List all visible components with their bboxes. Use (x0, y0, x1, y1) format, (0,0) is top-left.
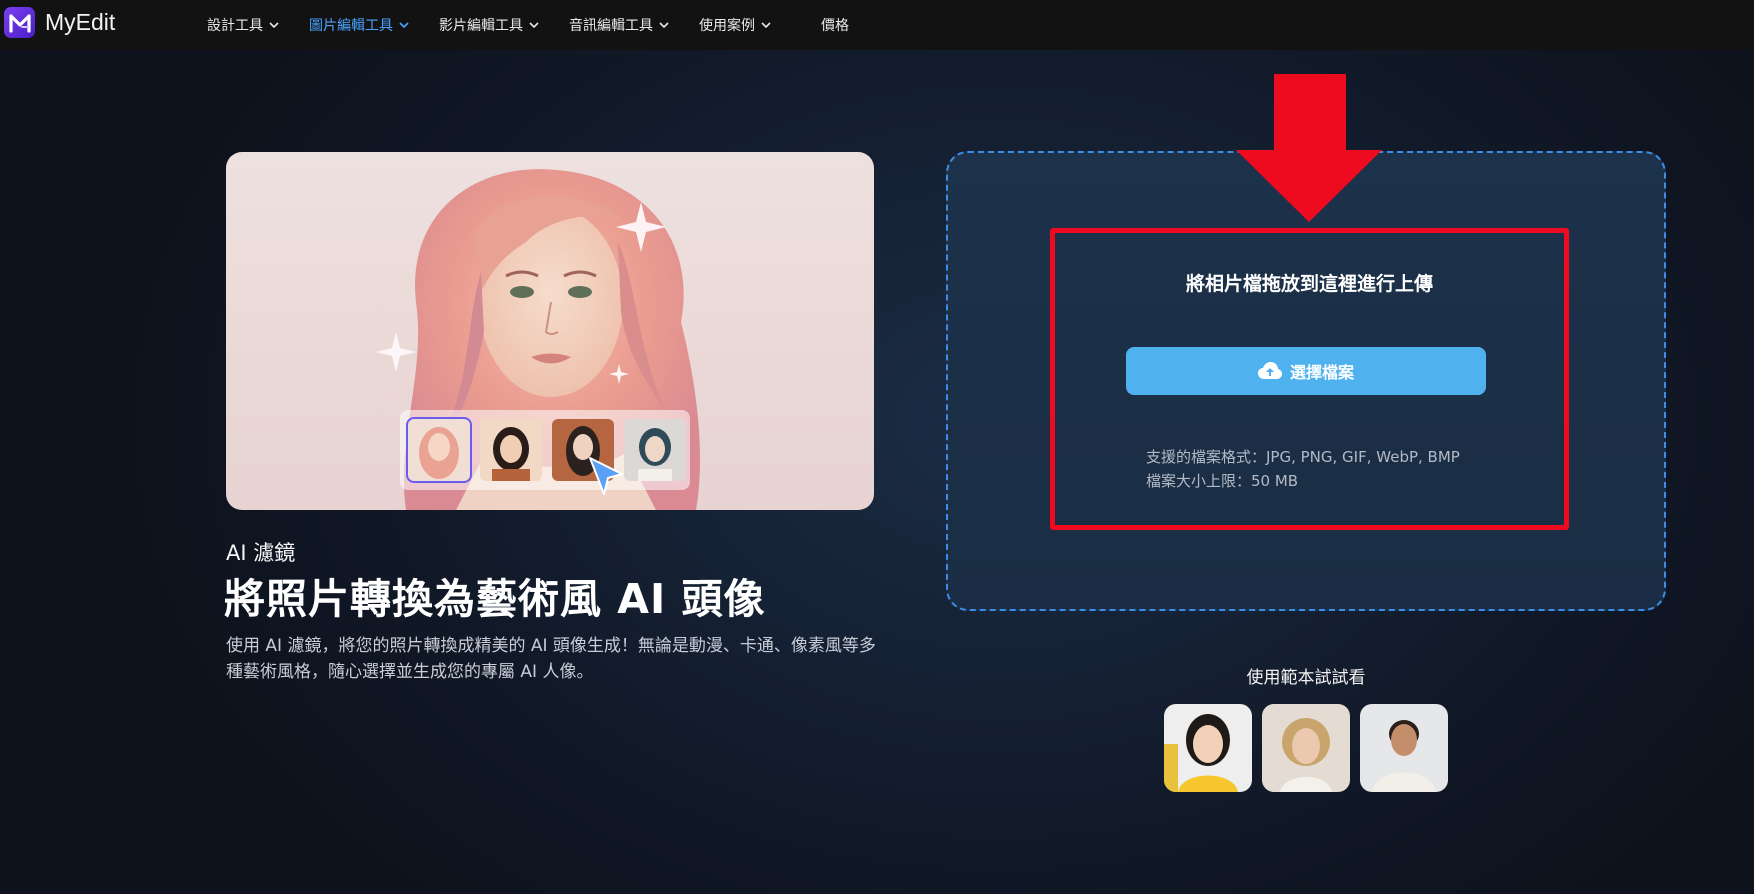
nav-item-label: 音訊編輯工具 (569, 18, 653, 34)
feature-kicker: AI 濾鏡 (226, 541, 296, 565)
chevron-down-icon (529, 22, 539, 28)
upload-requirements: 支援的檔案格式：JPG, PNG, GIF, WebP, BMP 檔案大小上限：… (1146, 445, 1460, 493)
sample-photo-list (1164, 704, 1448, 792)
cloud-upload-icon (1257, 362, 1282, 380)
chevron-down-icon (269, 22, 279, 28)
sample-photo-1[interactable] (1164, 704, 1252, 792)
choose-file-label: 選擇檔案 (1289, 363, 1354, 382)
samples-heading: 使用範本試試看 (1246, 668, 1366, 688)
drop-instruction: 將相片檔拖放到這裡進行上傳 (1185, 273, 1433, 295)
nav-item-label: 圖片編輯工具 (309, 18, 393, 34)
logo-icon (4, 7, 35, 38)
brand-logo[interactable]: MyEdit (4, 7, 115, 38)
main-menu: 設計工具 圖片編輯工具 影片編輯工具 音訊編輯工具 使用案例 價格 (207, 0, 879, 50)
cursor-pointer-icon (589, 457, 623, 495)
hero-image (226, 152, 874, 510)
nav-video-editing-tools[interactable]: 影片編輯工具 (439, 15, 539, 35)
chevron-down-icon (399, 22, 409, 28)
chevron-down-icon (659, 22, 669, 28)
nav-design-tools[interactable]: 設計工具 (207, 15, 279, 35)
nav-photo-editing-tools[interactable]: 圖片編輯工具 (309, 15, 409, 35)
nav-audio-editing-tools[interactable]: 音訊編輯工具 (569, 15, 669, 35)
supported-formats-text: 支援的檔案格式：JPG, PNG, GIF, WebP, BMP (1146, 448, 1460, 466)
nav-item-label: 設計工具 (207, 18, 263, 34)
file-size-limit-text: 檔案大小上限：50 MB (1146, 472, 1299, 490)
sample-photo-2[interactable] (1262, 704, 1350, 792)
brand-name: MyEdit (45, 9, 116, 35)
nav-use-cases[interactable]: 使用案例 (699, 15, 771, 35)
feature-description: 使用 AI 濾鏡，將您的照片轉換成精美的 AI 頭像生成！無論是動漫、卡通、像素… (226, 636, 876, 682)
top-navigation: MyEdit 設計工具 圖片編輯工具 影片編輯工具 音訊編輯工具 使用案例 價格 (0, 0, 1754, 50)
nav-pricing[interactable]: 價格 (821, 15, 849, 35)
page-title: 將照片轉換為藝術風 AI 頭像 (224, 575, 766, 623)
style-thumbnail-portrait[interactable] (624, 419, 686, 481)
red-arrow-annotation (1236, 74, 1382, 222)
chevron-down-icon (761, 22, 771, 28)
style-thumbnails (400, 410, 690, 495)
nav-item-label: 影片編輯工具 (439, 18, 523, 34)
nav-item-label: 使用案例 (699, 18, 755, 34)
choose-file-button[interactable]: 選擇檔案 (1126, 347, 1486, 395)
nav-item-label: 價格 (821, 18, 849, 34)
sample-photo-3[interactable] (1360, 704, 1448, 792)
style-thumbnail-cartoon[interactable] (480, 419, 542, 481)
style-thumbnail-watercolor[interactable] (406, 417, 472, 483)
